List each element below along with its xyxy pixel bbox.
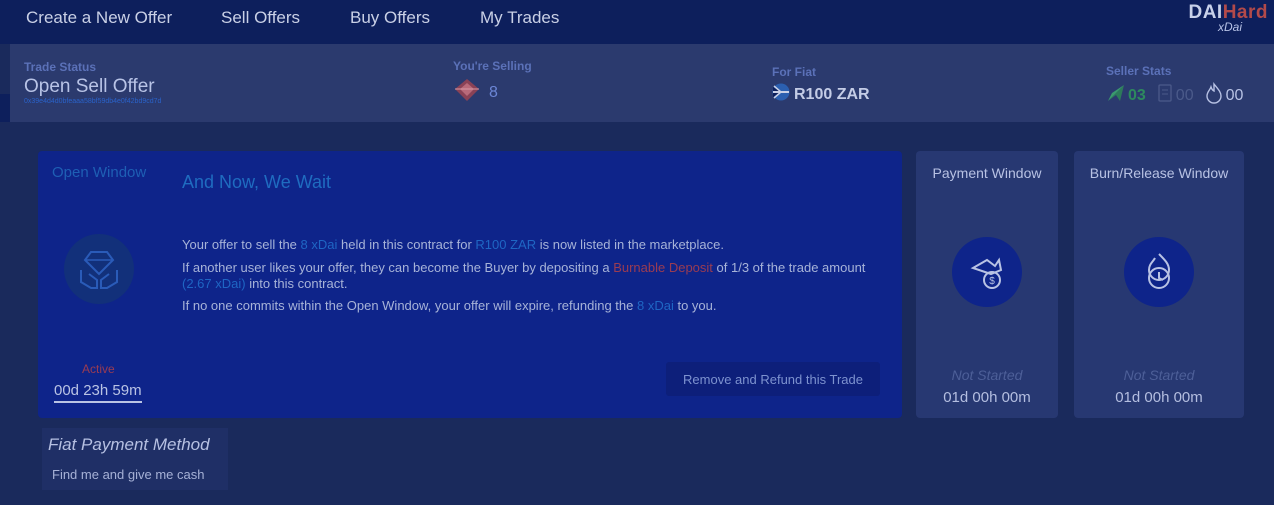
status-accent <box>0 94 10 122</box>
disputed-trades-count: 00 <box>1175 86 1194 104</box>
fiat-info: For Fiat R100 ZAR <box>772 65 870 106</box>
remove-refund-button[interactable]: Remove and Refund this Trade <box>666 362 880 396</box>
offer-fiat: R100 ZAR <box>475 237 537 252</box>
xdai-token-icon <box>453 77 481 108</box>
open-window-timer: 00d 23h 59m <box>54 382 142 403</box>
text-p2a: If another user likes your offer, they c… <box>182 260 614 275</box>
text-p1a: Your offer to sell the <box>182 237 301 252</box>
payment-window-status: Not Started <box>951 367 1023 383</box>
expiry-description: If no one commits within the Open Window… <box>182 298 872 314</box>
trade-status-value: Open Sell Offer <box>24 76 155 97</box>
payment-window-card: Payment Window $ Not Started 01d 00h 00m <box>916 151 1058 418</box>
deposit-amount: (2.67 xDai) <box>182 276 246 291</box>
fiat-label: For Fiat <box>772 65 816 79</box>
offer-amount: 8 xDai <box>300 237 338 252</box>
za-flag-icon <box>772 83 790 106</box>
completed-trades-count: 03 <box>1128 86 1146 104</box>
fiat-payment-description: Find me and give me cash <box>52 467 205 482</box>
open-window-label: Open Window <box>52 164 147 181</box>
offer-description: Your offer to sell the 8 xDai held in th… <box>182 237 872 253</box>
contract-address-link[interactable]: 0x39e4d4d0bfeaaa58bf59db4e0f42bd9cd7d <box>24 98 161 105</box>
flame-clock-icon <box>1124 237 1194 307</box>
top-nav: Create a New Offer Sell Offers Buy Offer… <box>0 0 1274 44</box>
wait-headline: And Now, We Wait <box>182 172 332 192</box>
flame-icon <box>1204 82 1224 109</box>
payment-window-title: Payment Window <box>932 165 1042 181</box>
disputed-trades-stat: 00 <box>1156 83 1194 108</box>
burned-trades-count: 00 <box>1225 86 1244 104</box>
seller-stats-label: Seller Stats <box>1106 64 1172 78</box>
nav-create-offer[interactable]: Create a New Offer <box>26 8 172 28</box>
status-bar <box>10 44 1274 122</box>
text-p2c: into this contract. <box>245 276 348 291</box>
completed-trades-stat: 03 <box>1106 83 1146 108</box>
refund-amount: 8 xDai <box>637 298 674 313</box>
paper-plane-icon <box>1106 83 1126 108</box>
text-p3a: If no one commits within the Open Window… <box>182 298 637 313</box>
trade-status-label: Trade Status <box>24 60 97 74</box>
burn-release-window-status: Not Started <box>1123 367 1195 383</box>
nav-sell-offers[interactable]: Sell Offers <box>221 8 300 28</box>
logo[interactable]: DAIHard xDai <box>1188 2 1268 34</box>
nav-my-trades[interactable]: My Trades <box>480 8 559 28</box>
selling-label: You're Selling <box>453 59 532 73</box>
receipt-icon <box>1156 83 1174 108</box>
active-status-label: Active <box>82 362 115 376</box>
text-p2b: of 1/3 of the trade amount <box>712 260 866 275</box>
text-p3b: to you. <box>673 298 717 313</box>
burn-release-window-title: Burn/Release Window <box>1089 165 1229 181</box>
burn-release-window-card: Burn/Release Window Not Started 01d 00h … <box>1074 151 1244 418</box>
burnable-deposit-link[interactable]: Burnable Deposit <box>613 260 713 275</box>
svg-text:$: $ <box>989 276 995 287</box>
nav-buy-offers[interactable]: Buy Offers <box>350 8 430 28</box>
fiat-payment-title: Fiat Payment Method <box>48 435 210 454</box>
diamond-hands-icon <box>64 234 134 304</box>
buyer-description: If another user likes your offer, they c… <box>182 260 872 292</box>
seller-stats: Seller Stats 03 00 00 <box>1106 64 1253 109</box>
fiat-amount: R100 ZAR <box>794 85 870 103</box>
text-p1c: is now listed in the marketplace. <box>536 237 724 252</box>
payment-window-timer: 01d 00h 00m <box>943 389 1031 406</box>
trade-status: Trade Status Open Sell Offer 0x39e4d4d0b… <box>24 60 161 105</box>
burn-release-window-timer: 01d 00h 00m <box>1115 389 1203 406</box>
text-p1b: held in this contract for <box>337 237 476 252</box>
selling-info: You're Selling 8 <box>453 59 532 108</box>
burned-trades-stat: 00 <box>1204 82 1244 109</box>
selling-amount: 8 <box>489 83 498 101</box>
money-bag-icon: $ <box>952 237 1022 307</box>
